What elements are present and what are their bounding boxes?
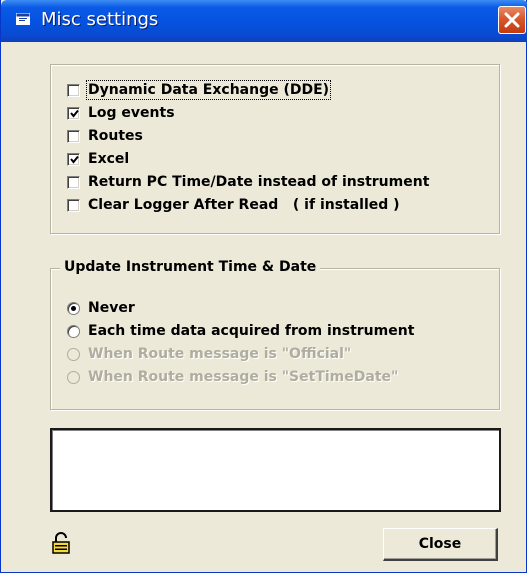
radio-route-official: When Route message is "Official"	[67, 343, 351, 365]
route-settimedate-radio	[67, 370, 80, 384]
option-label: Clear Logger After Read ( if installed )	[88, 197, 400, 213]
route-official-radio	[67, 347, 80, 361]
option-label: Routes	[88, 128, 143, 144]
option-return-pc-time[interactable]: Return PC Time/Date instead of instrumen…	[67, 171, 429, 193]
radio-label: Never	[88, 300, 135, 316]
option-label: Return PC Time/Date instead of instrumen…	[88, 174, 430, 190]
option-label: Excel	[88, 151, 130, 167]
option-excel[interactable]: Excel	[67, 148, 129, 170]
radio-dot	[71, 305, 76, 311]
return-pc-time-checkbox[interactable]	[67, 175, 80, 189]
radio-label: When Route message is "SetTimeDate"	[88, 369, 399, 385]
close-button[interactable]: Close	[383, 528, 498, 561]
title-close-button[interactable]	[498, 6, 526, 34]
close-icon	[504, 12, 520, 28]
radio-label: When Route message is "Official"	[88, 346, 352, 362]
excel-checkbox[interactable]	[67, 152, 80, 166]
radio-each-time[interactable]: Each time data acquired from instrument	[67, 320, 414, 342]
dde-checkbox[interactable]	[67, 83, 80, 97]
never-radio[interactable]	[67, 301, 80, 315]
radio-label: Each time data acquired from instrument	[88, 323, 415, 339]
option-label: Dynamic Data Exchange (DDE)	[85, 80, 332, 100]
close-button-label: Close	[418, 536, 462, 552]
option-routes[interactable]: Routes	[67, 125, 143, 147]
routes-checkbox[interactable]	[67, 129, 80, 143]
padlock-icon[interactable]	[51, 532, 71, 554]
option-dde[interactable]: Dynamic Data Exchange (DDE)	[67, 79, 332, 101]
radio-never[interactable]: Never	[67, 297, 135, 319]
window-icon	[16, 13, 30, 25]
clear-logger-checkbox[interactable]	[67, 198, 80, 212]
dialog-body: Dynamic Data Exchange (DDE) Log events R…	[5, 42, 522, 570]
message-textbox[interactable]	[50, 428, 501, 512]
option-log-events[interactable]: Log events	[67, 102, 175, 124]
misc-settings-window: Misc settings Dynamic Data Exchange (DDE…	[0, 0, 527, 573]
update-time-group: Update Instrument Time & Date Never Each…	[50, 259, 500, 410]
radio-route-settimedate: When Route message is "SetTimeDate"	[67, 366, 398, 388]
checkmark-icon	[70, 109, 79, 118]
log-events-checkbox[interactable]	[67, 106, 80, 120]
checkmark-icon	[70, 155, 79, 164]
option-label: Log events	[88, 105, 175, 121]
title-bar[interactable]: Misc settings	[1, 0, 527, 42]
each-time-radio[interactable]	[67, 324, 80, 338]
options-group: Dynamic Data Exchange (DDE) Log events R…	[50, 64, 500, 234]
window-title: Misc settings	[41, 9, 159, 30]
option-clear-logger[interactable]: Clear Logger After Read ( if installed )	[67, 194, 400, 216]
update-time-legend: Update Instrument Time & Date	[60, 259, 321, 275]
